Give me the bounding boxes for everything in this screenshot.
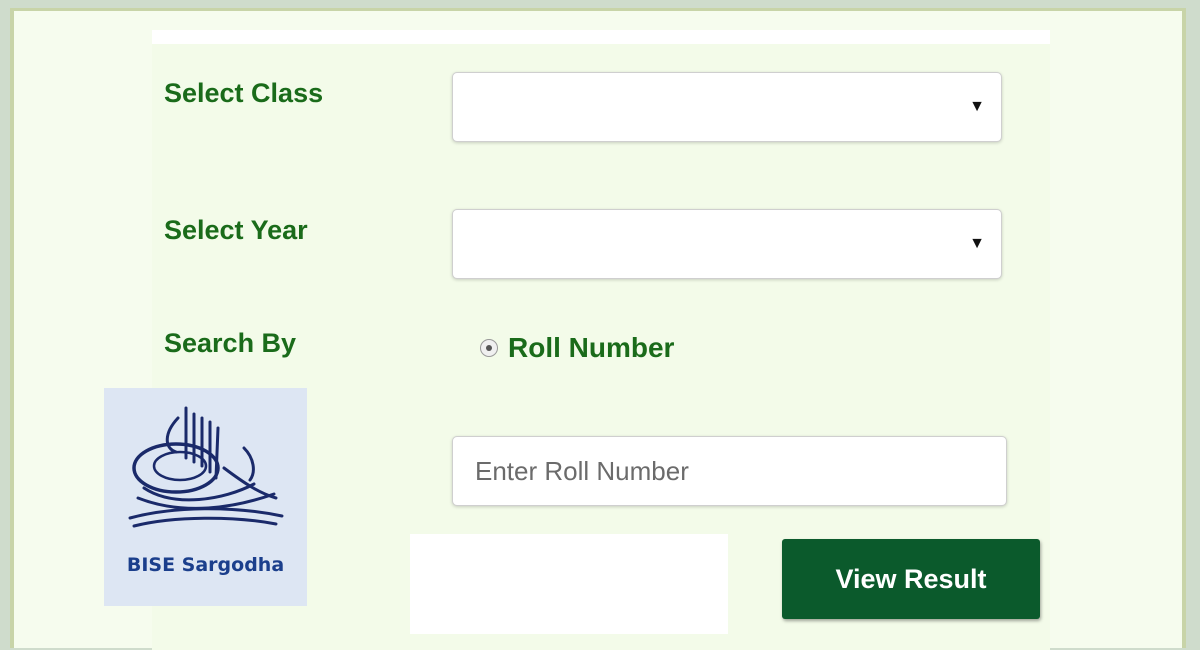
- select-year-label: Select Year: [164, 215, 308, 245]
- chevron-down-icon: ▼: [969, 235, 985, 252]
- search-by-radio-option[interactable]: Roll Number: [480, 330, 674, 366]
- captcha-area: [410, 534, 728, 634]
- logo-text: BISE Sargodha: [126, 554, 285, 576]
- view-result-button[interactable]: View Result: [782, 539, 1040, 619]
- search-by-label: Search By: [164, 328, 297, 358]
- select-class-label: Select Class: [164, 78, 324, 108]
- bise-emblem-icon: [128, 406, 284, 528]
- panel-top-strip: [152, 30, 1050, 44]
- select-class-dropdown[interactable]: ▼: [452, 72, 1002, 142]
- bise-logo: BISE Sargodha: [104, 388, 307, 606]
- chevron-down-icon: ▼: [969, 98, 985, 115]
- roll-number-radio-label[interactable]: Roll Number: [508, 332, 674, 364]
- select-year-dropdown[interactable]: ▼: [452, 209, 1002, 279]
- radio-selected-icon[interactable]: [480, 339, 498, 357]
- roll-number-input[interactable]: [452, 436, 1007, 506]
